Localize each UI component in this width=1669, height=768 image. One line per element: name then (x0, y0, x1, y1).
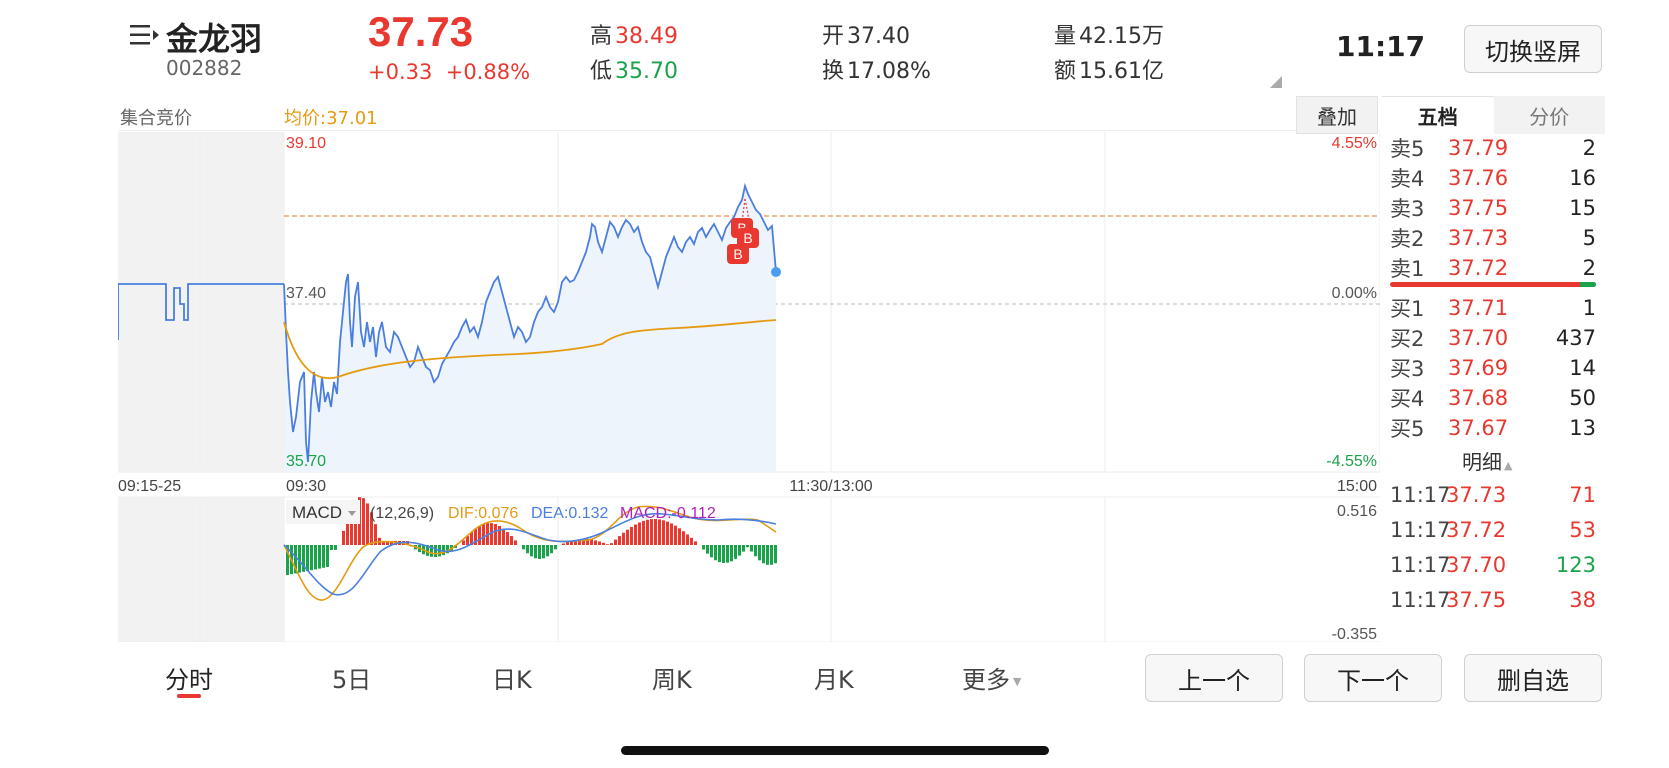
tab-weekly-k[interactable]: 周K (652, 660, 692, 695)
tick-time: 11:17 (1390, 518, 1451, 542)
tab-monthly-k[interactable]: 月K (814, 660, 854, 695)
tab-more[interactable]: 更多 ▼ (962, 660, 1021, 695)
tick-price: 37.72 (1446, 518, 1507, 542)
tick-time: 11:17 (1390, 483, 1451, 507)
tick-qty: 53 (1569, 518, 1596, 542)
tick-price: 37.70 (1446, 553, 1507, 577)
tick-row: 11:17 37.73 71 (1390, 480, 1596, 510)
prev-stock-button[interactable]: 上一个 (1145, 654, 1283, 702)
next-stock-button[interactable]: 下一个 (1304, 654, 1442, 702)
tab-5day[interactable]: 5日 (332, 660, 371, 695)
tab-daily-k[interactable]: 日K (492, 660, 532, 695)
home-indicator[interactable] (621, 746, 1049, 755)
tick-row: 11:17 37.75 38 (1390, 585, 1596, 615)
tick-time: 11:17 (1390, 588, 1451, 612)
tick-qty: 123 (1555, 553, 1596, 577)
tab-intraday[interactable]: 分时 (165, 660, 213, 695)
tick-row: 11:17 37.70 123 (1390, 550, 1596, 580)
tick-price: 37.73 (1446, 483, 1507, 507)
remove-watchlist-button[interactable]: 删自选 (1464, 654, 1602, 702)
active-tab-indicator (177, 694, 201, 698)
tick-time: 11:17 (1390, 553, 1451, 577)
tick-qty: 38 (1569, 588, 1596, 612)
tick-row: 11:17 37.72 53 (1390, 515, 1596, 545)
tick-qty: 71 (1569, 483, 1596, 507)
tick-price: 37.75 (1446, 588, 1507, 612)
chevron-down-icon: ▼ (1013, 674, 1022, 688)
